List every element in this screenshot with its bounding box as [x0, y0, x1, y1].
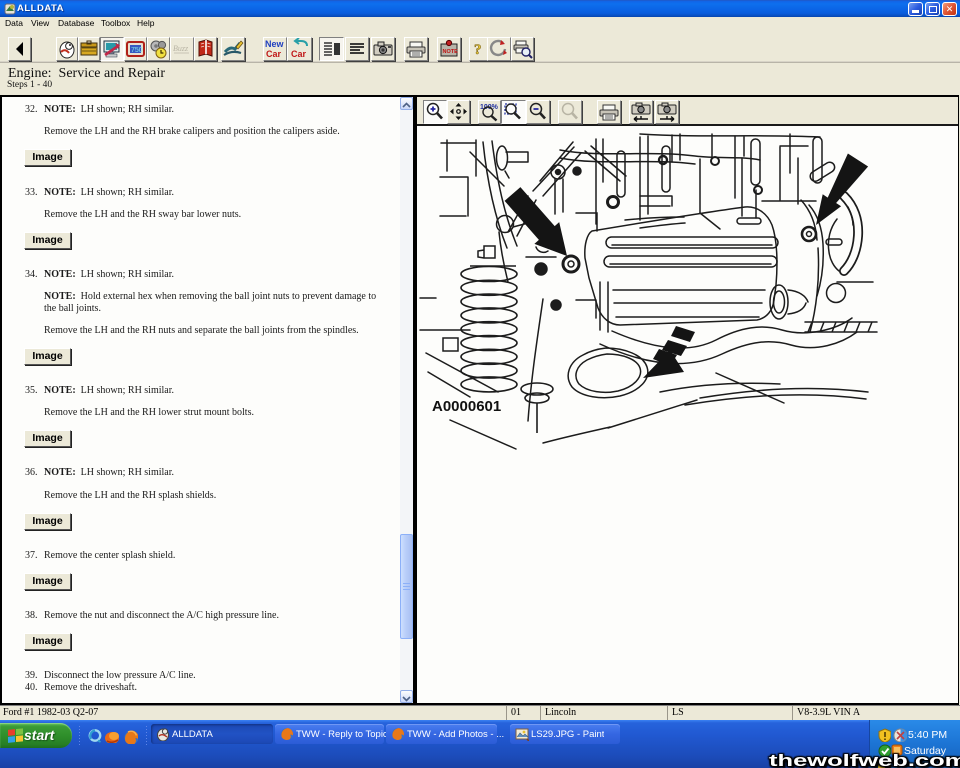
- svg-text:New: New: [265, 39, 285, 49]
- svg-text:NOTE: NOTE: [443, 49, 459, 55]
- svg-text:750: 750: [131, 47, 143, 54]
- svg-text:Buzz: Buzz: [173, 44, 189, 53]
- svg-text:?: ?: [474, 42, 482, 58]
- svg-text:Car: Car: [291, 49, 307, 59]
- svg-text:A0000601: A0000601: [432, 398, 501, 415]
- svg-text:Car: Car: [266, 49, 282, 59]
